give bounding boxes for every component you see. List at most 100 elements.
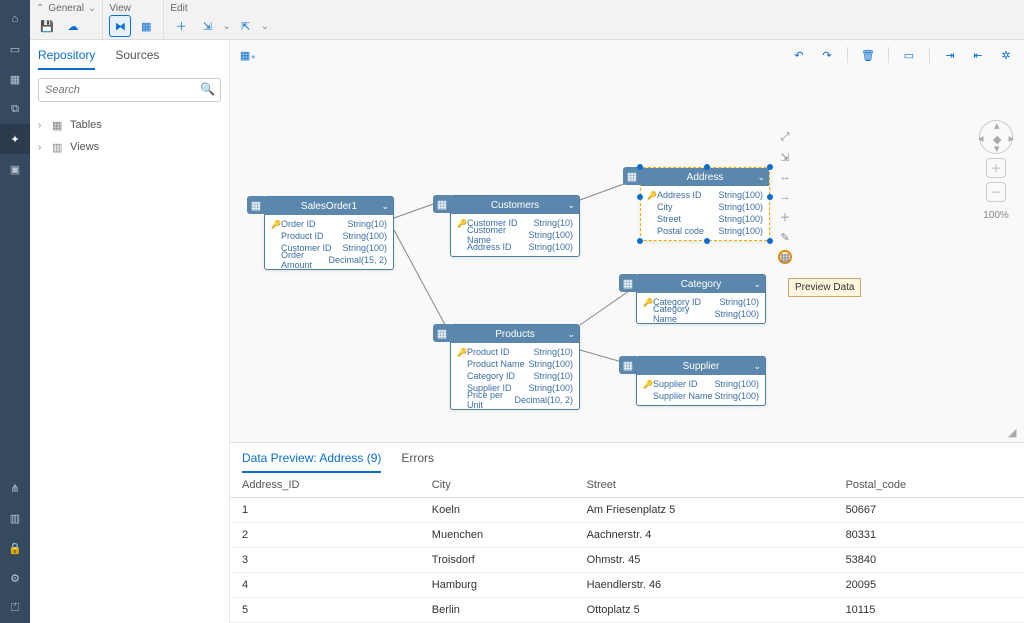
chevron-down-icon[interactable]: ⌄ [757, 172, 765, 183]
preview-column-header[interactable]: Postal_code [844, 473, 1024, 498]
diagram-canvas[interactable]: ▦ SalesOrder1⌄ 🔑Order IDString(10)Produc… [230, 70, 1024, 442]
deploy-icon[interactable]: ☁ [62, 15, 84, 37]
search-input[interactable] [38, 78, 221, 102]
view-grid-icon[interactable]: ▦ [135, 15, 157, 37]
chevron-down-icon[interactable]: ⌄ [567, 329, 575, 340]
entity-field: Address IDString(100) [451, 241, 579, 253]
table-row[interactable]: 3TroisdorfOhmstr. 4553840 [230, 548, 1024, 573]
preview-column-header[interactable]: Street [585, 473, 844, 498]
table-cell: Ohmstr. 45 [585, 548, 844, 573]
entity-salesorder[interactable]: ▦ SalesOrder1⌄ 🔑Order IDString(10)Produc… [264, 196, 394, 270]
chevron-down-icon[interactable]: ⌄ [381, 201, 389, 212]
chevron-down-icon[interactable]: ⌄ [753, 361, 761, 372]
rail-lock-icon[interactable]: 🔒 [0, 533, 30, 563]
left-rail: ⌂ ▭ ▦ ⧉ ✦ ▣ ⋔ ▥ 🔒 ⚙ ⏍ [0, 0, 30, 623]
pan-control[interactable]: ▴ ▾ ◂ ▸ ◆ [979, 120, 1013, 154]
layout2-icon[interactable]: ⇤ [968, 45, 988, 65]
table-cell: 1 [230, 498, 430, 523]
entity-field: Customer NameString(100) [451, 229, 579, 241]
table-row[interactable]: 2MuenchenAachnerstr. 480331 [230, 523, 1024, 548]
import-icon[interactable]: ⇲ [196, 15, 218, 37]
delete-icon[interactable]: 🗑 [858, 45, 878, 65]
entity-link-icon[interactable]: → [778, 190, 792, 204]
toolbar-group-general: General [48, 3, 84, 14]
tab-sources[interactable]: Sources [115, 48, 159, 70]
rail-home-icon[interactable]: ⌂ [0, 4, 30, 34]
chevron-right-icon[interactable]: › [38, 142, 52, 153]
preview-data-icon[interactable]: ▦ [778, 250, 792, 264]
chevron-right-icon[interactable]: › [38, 120, 52, 131]
redo-icon[interactable]: ↷ [817, 45, 837, 65]
table-cell: Muenchen [430, 523, 585, 548]
tab-data-preview[interactable]: Data Preview: Address (9) [242, 451, 381, 473]
view-icon: ▥ [52, 141, 70, 154]
table-row[interactable]: 4HamburgHaendlerstr. 4620095 [230, 573, 1024, 598]
entity-field: CityString(100) [641, 201, 769, 213]
table-row[interactable]: 5BerlinOttoplatz 510115 [230, 598, 1024, 623]
add-table-icon[interactable]: ▦₊ [238, 45, 258, 65]
entity-field: StreetString(100) [641, 213, 769, 225]
entity-field: Product NameString(100) [451, 358, 579, 370]
table-cell: 5 [230, 598, 430, 623]
chevron-down-icon[interactable]: ⌄ [567, 200, 575, 211]
zoom-out-icon[interactable]: － [986, 182, 1006, 202]
table-cell: 3 [230, 548, 430, 573]
chevron-down-icon[interactable]: ⌄ [753, 279, 761, 290]
entity-add-icon[interactable]: ＋ [778, 210, 792, 224]
undo-icon[interactable]: ↶ [789, 45, 809, 65]
tab-repository[interactable]: Repository [38, 48, 95, 70]
table-cell: 4 [230, 573, 430, 598]
preview-table: Address_IDCityStreetPostal_code 1KoelnAm… [230, 473, 1024, 623]
entity-products[interactable]: ▦ Products⌄ 🔑Product IDString(10)Product… [450, 324, 580, 410]
table-cell: Koeln [430, 498, 585, 523]
table-cell: 80331 [844, 523, 1024, 548]
rail-table-icon[interactable]: ▦ [0, 64, 30, 94]
rail-image-icon[interactable]: ▣ [0, 154, 30, 184]
layout3-icon[interactable]: ✲ [996, 45, 1016, 65]
search-icon[interactable]: 🔍 [200, 82, 215, 96]
table-cell: 10115 [844, 598, 1024, 623]
top-toolbar: ⌃ General ⌄ 💾 ☁ View ⧓ ▦ [30, 0, 1024, 40]
rail-dock-icon[interactable]: ⏍ [0, 593, 30, 623]
table-cell: 50667 [844, 498, 1024, 523]
table-cell: Haendlerstr. 46 [585, 573, 844, 598]
rail-flow-icon[interactable]: ⧉ [0, 94, 30, 124]
view-diagram-icon[interactable]: ⧓ [109, 15, 131, 37]
chevron-down-icon[interactable]: ⌄ [261, 21, 269, 32]
save-icon[interactable]: 💾 [36, 15, 58, 37]
layout1-icon[interactable]: ⇥ [940, 45, 960, 65]
entity-edit-icon[interactable]: ✎ [778, 230, 792, 244]
add-icon[interactable]: ＋ [170, 15, 192, 37]
entity-expand-icon[interactable]: ⇲ [778, 150, 792, 164]
table-cell: Aachnerstr. 4 [585, 523, 844, 548]
rail-model-icon[interactable]: ✦ [0, 124, 30, 154]
preview-column-header[interactable]: Address_ID [230, 473, 430, 498]
chevron-down-icon[interactable]: ⌄ [222, 21, 230, 32]
entity-association-icon[interactable]: ↔ [778, 170, 792, 184]
preview-column-header[interactable]: City [430, 473, 585, 498]
tab-errors[interactable]: Errors [401, 451, 434, 473]
entity-category[interactable]: ▦ Category⌄ 🔑Category IDString(10)Catego… [636, 274, 766, 324]
tree-tables[interactable]: › ▦ Tables [38, 114, 221, 136]
resize-panel-icon[interactable]: ◢ [1008, 426, 1020, 438]
chevron-down-icon[interactable]: ⌄ [88, 3, 96, 14]
collapse-toolbar-icon[interactable]: ⌃ [36, 3, 44, 14]
entity-field: Supplier NameString(100) [637, 390, 765, 402]
tree-views[interactable]: › ▥ Views [38, 136, 221, 158]
entity-address[interactable]: ▦ Address⌄ 🔑Address IDString(100)CityStr… [640, 167, 770, 241]
entity-autosize-icon[interactable]: ⤢ [778, 130, 792, 144]
entity-title: Supplier [683, 361, 720, 372]
export-icon[interactable]: ⇱ [235, 15, 257, 37]
rail-folder-icon[interactable]: ▭ [0, 34, 30, 64]
fullscreen-icon[interactable]: ▭ [899, 45, 919, 65]
tree-label: Views [70, 141, 99, 153]
entity-field: 🔑Order IDString(10) [265, 218, 393, 230]
zoom-in-icon[interactable]: ＋ [986, 158, 1006, 178]
entity-customers[interactable]: ▦ Customers⌄ 🔑Customer IDString(10)Custo… [450, 195, 580, 257]
table-icon: ▦ [52, 119, 70, 132]
rail-user-icon[interactable]: ⋔ [0, 473, 30, 503]
table-row[interactable]: 1KoelnAm Friesenplatz 550667 [230, 498, 1024, 523]
entity-supplier[interactable]: ▦ Supplier⌄ 🔑Supplier IDString(100)Suppl… [636, 356, 766, 406]
rail-settings-icon[interactable]: ⚙ [0, 563, 30, 593]
rail-bars-icon[interactable]: ▥ [0, 503, 30, 533]
